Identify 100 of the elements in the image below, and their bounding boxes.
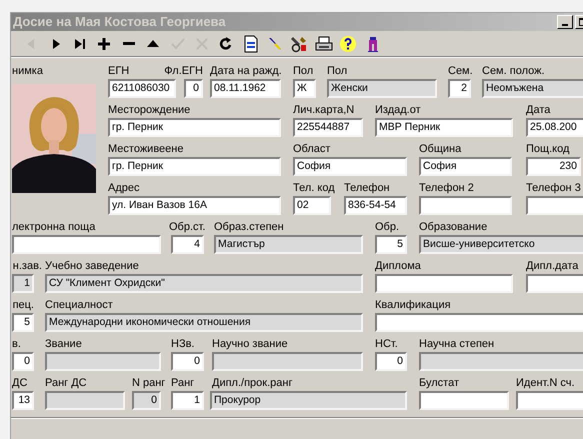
window-title: Досие на Мая Костова Георгиева <box>12 13 227 32</box>
input-field[interactable]: МВР Перник <box>375 118 513 137</box>
minimize-button[interactable] <box>557 15 573 29</box>
input-field[interactable]: 230 <box>526 157 581 176</box>
input-field[interactable]: 6211086030 <box>108 79 176 98</box>
field-label: лектронна поща <box>12 220 96 232</box>
field-label: Телефон 3 <box>526 182 581 194</box>
minimize-icon <box>562 24 568 26</box>
field-label: Обр. <box>375 220 400 232</box>
tools-icon <box>290 34 308 52</box>
input-field[interactable]: 02 <box>293 196 331 215</box>
input-field[interactable]: 0 <box>132 391 161 410</box>
input-field[interactable]: София <box>293 157 407 176</box>
field-label: Фл.ЕГН <box>164 64 203 76</box>
field-label: Образ.степен <box>214 220 284 232</box>
field-label: Сем. полож. <box>482 64 545 76</box>
input-field[interactable]: Ж <box>293 79 316 98</box>
field-label: НЗв. <box>171 338 194 350</box>
field-label: Звание <box>45 338 82 350</box>
minus-icon <box>122 42 135 45</box>
input-field[interactable]: 08.11.1962 <box>210 79 281 98</box>
field-label: Пощ.код <box>526 142 570 154</box>
field-label: Булстат <box>419 376 459 388</box>
input-field[interactable]: 4 <box>171 235 204 254</box>
field-label: Учебно заведение <box>45 260 139 272</box>
input-field[interactable]: СУ "Климент Охридски" <box>45 274 363 293</box>
input-field[interactable]: 5 <box>12 313 34 332</box>
input-field[interactable]: Магистър <box>214 235 363 254</box>
field-label: Диплома <box>375 260 421 272</box>
input-field[interactable] <box>45 391 125 410</box>
input-field[interactable]: 13 <box>12 391 34 410</box>
input-field[interactable]: 5 <box>375 235 407 254</box>
field-label: Образование <box>419 220 488 232</box>
input-field[interactable]: 2 <box>448 79 471 98</box>
input-field[interactable] <box>45 352 161 371</box>
input-field[interactable]: 0 <box>12 352 34 371</box>
input-field[interactable]: Висше-университетско <box>419 235 583 254</box>
field-label: Тел. код <box>293 182 335 194</box>
input-field[interactable] <box>419 196 512 215</box>
input-field[interactable]: Международни икономически отношения <box>45 313 363 332</box>
field-label: Ранг <box>171 376 194 388</box>
photo-label: нимка <box>12 66 43 76</box>
input-field[interactable]: 0 <box>375 352 407 371</box>
plus-icon <box>96 36 112 52</box>
input-field[interactable]: Неомъжена <box>482 79 583 98</box>
field-label: Местоживеене <box>108 142 184 154</box>
field-label: Ранг ДС <box>45 376 87 388</box>
field-label: Специалност <box>45 298 113 310</box>
help-icon <box>339 34 358 52</box>
field-label: ЕГН <box>108 64 130 76</box>
input-field[interactable]: Женски <box>327 79 437 98</box>
field-label: н.зав. <box>12 260 42 272</box>
field-label: Квалификация <box>375 298 451 310</box>
field-label: Научно звание <box>212 338 288 350</box>
field-label: Пол <box>327 64 348 76</box>
input-field[interactable]: гр. Перник <box>108 118 281 137</box>
input-field[interactable]: 25.08.200 <box>526 118 583 137</box>
field-label: Научна степен <box>419 338 494 350</box>
field-label: Дата <box>526 104 550 116</box>
input-field[interactable] <box>526 274 583 293</box>
printer-icon <box>314 36 333 52</box>
field-label: Сем. <box>448 64 473 76</box>
input-field[interactable]: 1 <box>12 274 34 293</box>
field-label: Област <box>293 142 330 154</box>
field-label: Дата на ражд. <box>210 64 282 76</box>
field-label: Дипл./прок.ранг <box>212 376 292 388</box>
input-field[interactable]: Прокурор <box>210 391 407 410</box>
field-label: НСт. <box>375 338 398 350</box>
input-field[interactable] <box>419 352 583 371</box>
input-field[interactable] <box>375 274 513 293</box>
field-label: Телефон 2 <box>419 182 474 194</box>
field-label: Дипл.дата <box>526 260 578 272</box>
field-label: Адрес <box>108 182 140 194</box>
input-field[interactable]: 0 <box>171 352 204 371</box>
field-label: ДС <box>12 376 28 388</box>
field-label: Идент.N сч. <box>516 376 575 388</box>
input-field[interactable] <box>419 391 509 410</box>
field-label: Община <box>419 142 462 154</box>
input-field[interactable]: 0 <box>184 79 203 98</box>
field-label: Телефон <box>344 182 390 194</box>
field-label: N ранг <box>132 376 166 388</box>
document-icon <box>242 34 259 52</box>
input-field[interactable]: София <box>419 157 512 176</box>
field-label: Издад.от <box>375 104 421 116</box>
field-label: Пол <box>293 64 314 76</box>
input-field[interactable]: 1 <box>171 391 204 410</box>
field-label: пец. <box>12 298 34 310</box>
input-field[interactable]: 225544887 <box>293 118 363 137</box>
field-label: Лич.карта,N <box>293 104 354 116</box>
field-label: Обр.ст. <box>169 220 206 232</box>
input-field[interactable] <box>375 313 583 332</box>
input-field[interactable]: ул. Иван Вазов 16А <box>108 196 281 215</box>
input-field[interactable]: 836-54-54 <box>344 196 407 215</box>
input-field[interactable]: гр. Перник <box>108 157 281 176</box>
input-field[interactable] <box>516 391 583 410</box>
input-field[interactable] <box>526 196 583 215</box>
input-field[interactable] <box>212 352 363 371</box>
input-field[interactable] <box>12 235 161 254</box>
pen-icon <box>267 36 284 52</box>
field-label: Месторождение <box>108 104 190 116</box>
